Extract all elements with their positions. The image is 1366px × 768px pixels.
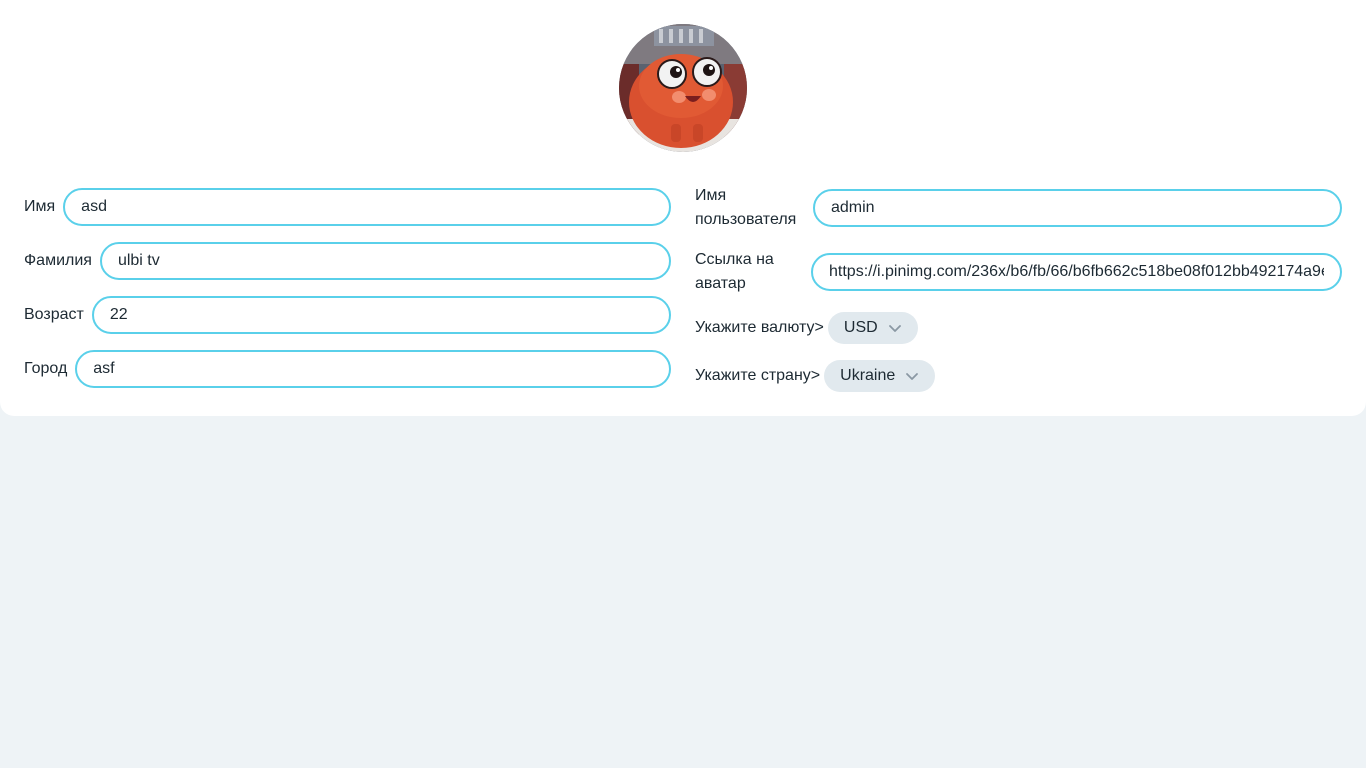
age-label: Возраст [24,306,84,323]
first-name-row: Имя [24,188,672,226]
country-select[interactable]: Ukraine [824,360,936,392]
character-avatar-icon [619,24,747,152]
chevron-down-icon [906,373,919,380]
avatar [619,24,747,152]
username-label: Имя пользователя [695,187,797,228]
chevron-down-icon [888,325,901,332]
age-input[interactable] [91,296,671,334]
username-input[interactable] [813,189,1342,227]
currency-row: Укажите валюту> USD [695,312,918,344]
username-row: Имя пользователя [695,184,1342,232]
last-name-row: Фамилия [24,242,671,280]
avatar-link-input[interactable] [811,253,1342,291]
profile-card: Имя Фамилия Возраст Город Имя пользовате… [0,0,1366,416]
city-label: Город [24,360,68,377]
country-label: Укажите страну> [695,367,821,384]
country-row: Укажите страну> Ukraine [695,360,936,392]
avatar-link-row: Ссылка на аватар [695,248,1342,296]
first-name-input[interactable] [63,188,672,226]
country-value: Ukraine [840,367,896,384]
first-name-label: Имя [24,198,56,215]
city-input[interactable] [75,350,672,388]
last-name-label: Фамилия [24,252,92,269]
currency-select[interactable]: USD [827,312,918,344]
age-row: Возраст [24,296,671,334]
last-name-input[interactable] [99,242,671,280]
currency-label: Укажите валюту> [695,319,824,336]
currency-value: USD [843,319,878,336]
city-row: Город [24,350,672,388]
avatar-link-label: Ссылка на аватар [695,251,774,292]
